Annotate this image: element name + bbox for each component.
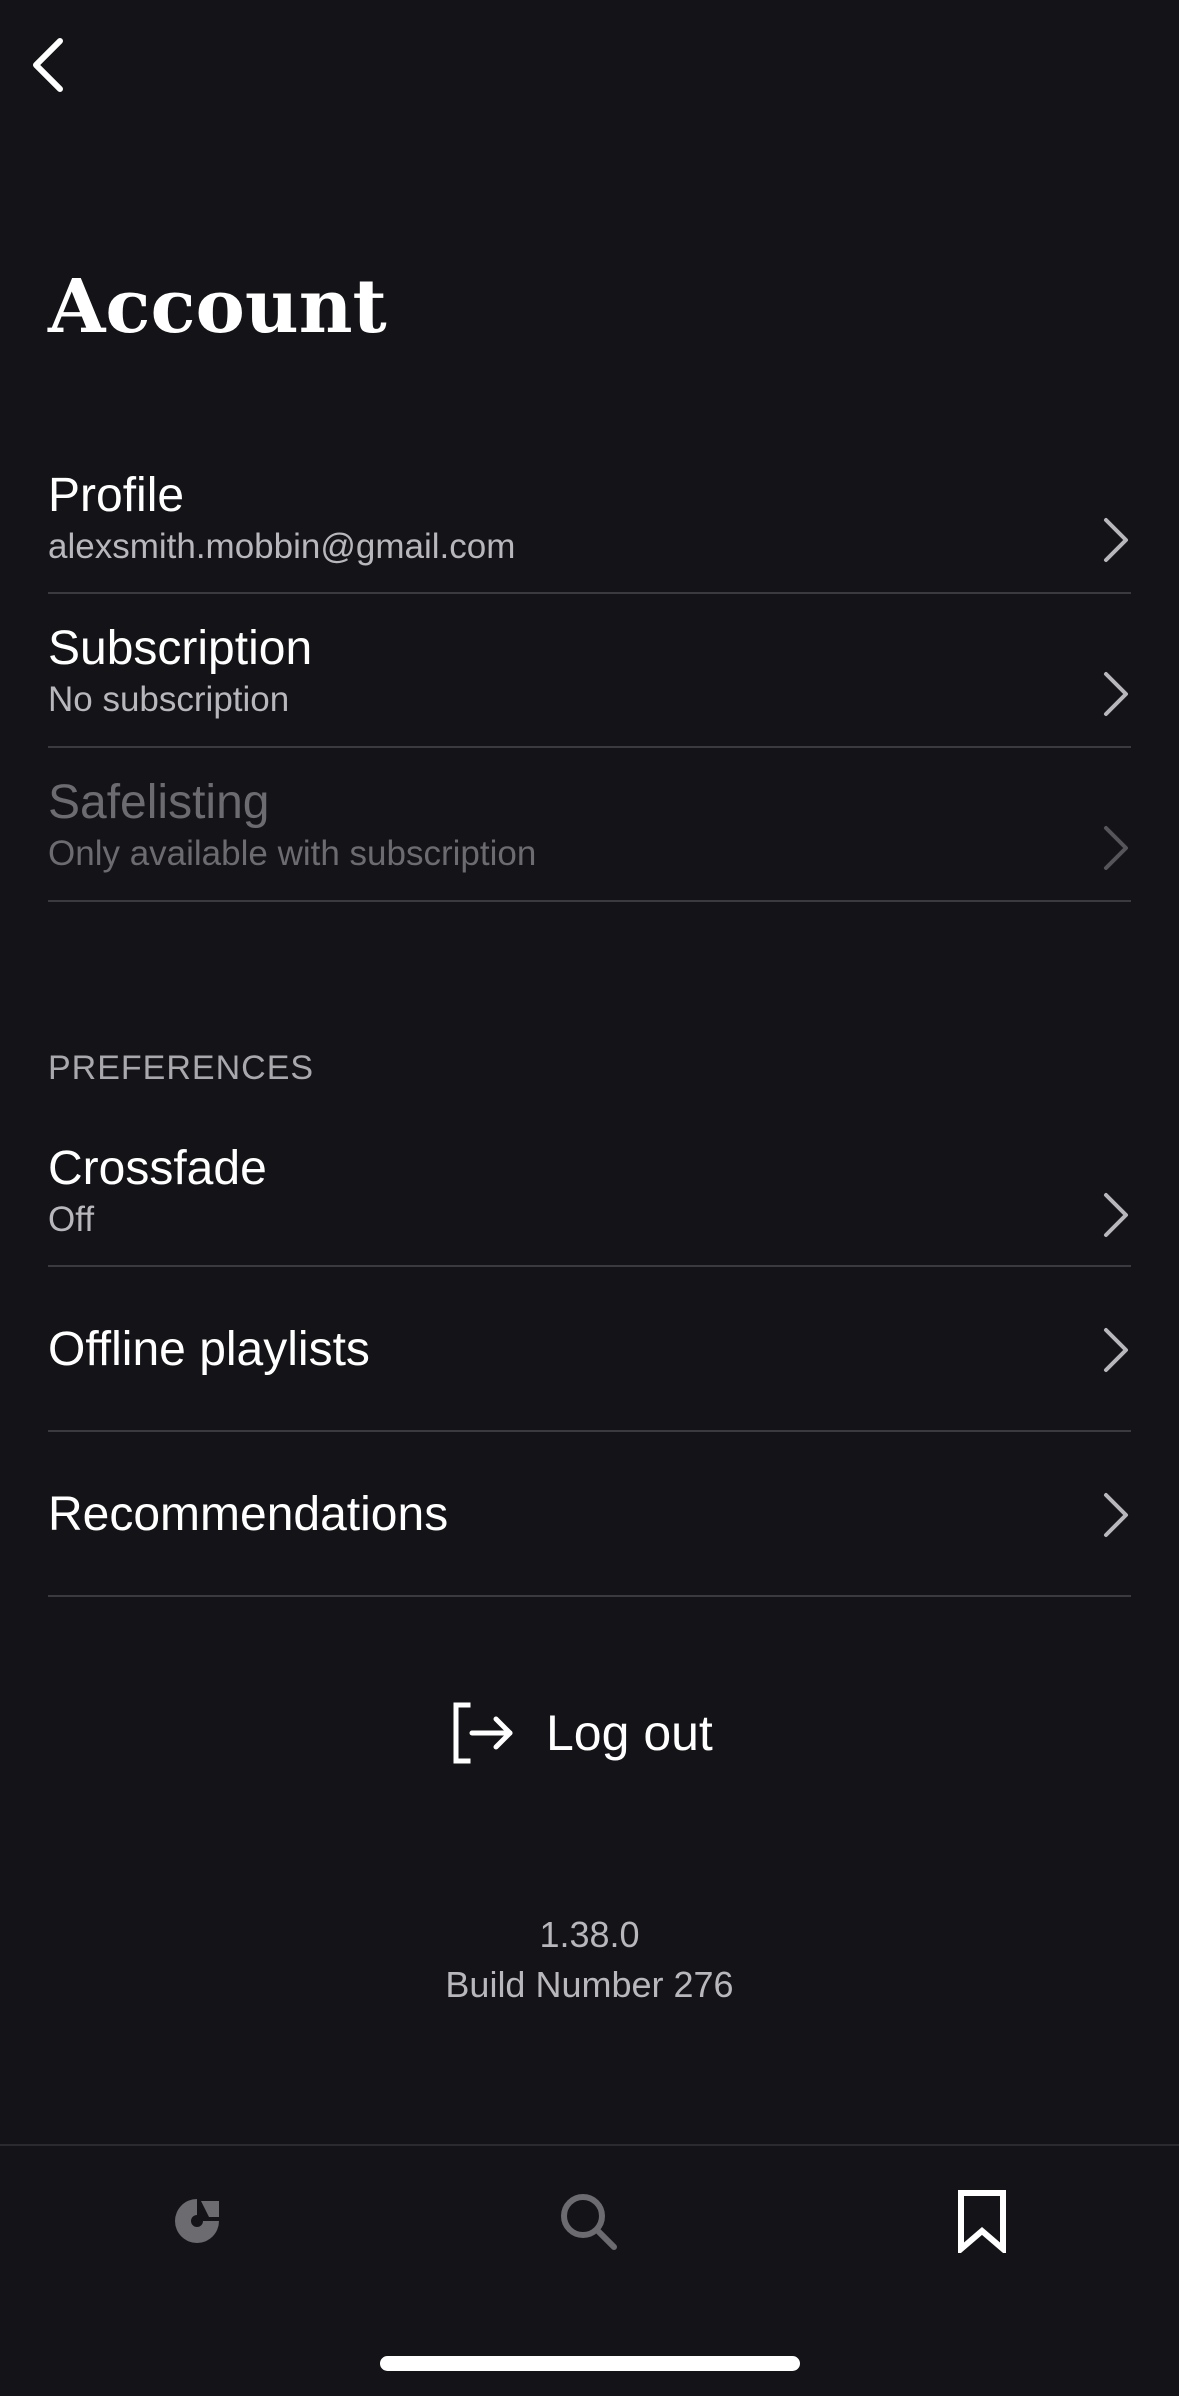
row-subtitle: alexsmith.mobbin@gmail.com: [48, 527, 516, 566]
offline-playlists-row[interactable]: Offline playlists: [48, 1267, 1131, 1432]
logout-label: Log out: [546, 1704, 713, 1761]
chevron-right-icon: [1104, 826, 1128, 870]
version-number: 1.38.0: [539, 1914, 640, 1955]
row-title: Recommendations: [48, 1488, 449, 1541]
profile-row[interactable]: Profile alexsmith.mobbin@gmail.com: [48, 460, 1131, 594]
row-subtitle: Only available with subscription: [48, 834, 537, 873]
home-icon: [175, 2199, 219, 2243]
chevron-left-icon: [33, 38, 63, 92]
row-title: Subscription: [48, 622, 313, 675]
home-indicator: [380, 2356, 800, 2371]
row-title: Profile: [48, 469, 185, 522]
chevron-right-icon: [1104, 672, 1128, 716]
row-title: Crossfade: [48, 1142, 267, 1195]
logout-button[interactable]: Log out: [450, 1695, 740, 1770]
back-button[interactable]: [18, 30, 78, 100]
chevron-right-icon: [1104, 518, 1128, 562]
section-header-preferences: PREFERENCES: [48, 1049, 315, 1087]
logout-icon: [453, 1702, 513, 1763]
build-number: Build Number 276: [445, 1964, 734, 2005]
tab-search[interactable]: [538, 2171, 638, 2271]
row-subtitle: Off: [48, 1200, 95, 1239]
crossfade-row[interactable]: Crossfade Off: [48, 1120, 1131, 1267]
safelisting-row: Safelisting Only available with subscrip…: [48, 748, 1131, 902]
row-title: Offline playlists: [48, 1323, 370, 1376]
chevron-right-icon: [1104, 1193, 1128, 1237]
recommendations-row[interactable]: Recommendations: [48, 1432, 1131, 1597]
row-subtitle: No subscription: [48, 680, 290, 719]
tab-bookmarks[interactable]: [932, 2171, 1032, 2271]
tab-home[interactable]: [147, 2171, 247, 2271]
version-info: 1.38.0 Build Number 276: [0, 1910, 1179, 2010]
subscription-row[interactable]: Subscription No subscription: [48, 594, 1131, 748]
chevron-right-icon: [1104, 1493, 1128, 1537]
row-title: Safelisting: [48, 776, 270, 829]
bookmark-icon: [958, 2190, 1006, 2253]
search-icon: [561, 2194, 617, 2250]
chevron-right-icon: [1104, 1328, 1128, 1372]
page-title: Account: [48, 264, 387, 350]
